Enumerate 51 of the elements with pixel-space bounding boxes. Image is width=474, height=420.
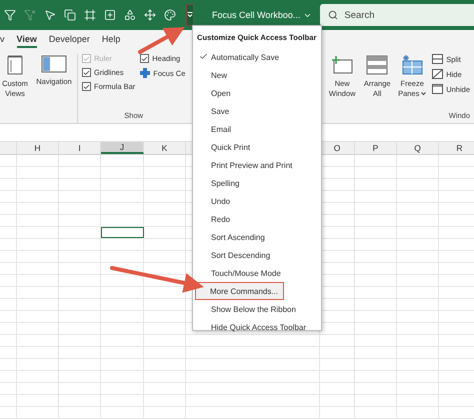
frame-icon[interactable] bbox=[84, 9, 96, 21]
menu-item[interactable]: Sort Descending bbox=[195, 246, 319, 264]
column-header[interactable]: J bbox=[101, 142, 144, 154]
pointer-arrow bbox=[138, 27, 185, 54]
ribbon-tab[interactable]: Help bbox=[102, 34, 120, 48]
new-window-icon bbox=[330, 54, 354, 76]
hide-window-icon bbox=[432, 69, 444, 79]
shapes-icon[interactable] bbox=[124, 9, 136, 21]
menu-item[interactable]: Save bbox=[195, 102, 319, 120]
column-header[interactable]: R bbox=[439, 142, 474, 154]
menu-item[interactable]: Touch/Mouse Mode bbox=[195, 264, 319, 282]
menu-item[interactable]: Sort Ascending bbox=[195, 228, 319, 246]
menu-item[interactable]: Redo bbox=[195, 210, 319, 228]
ribbon-tab[interactable]: v bbox=[0, 34, 4, 48]
checkmark-icon bbox=[141, 54, 148, 62]
move-icon[interactable] bbox=[144, 9, 156, 21]
menu-item[interactable]: Email bbox=[195, 120, 319, 138]
menu-item[interactable]: More Commands... bbox=[195, 282, 284, 300]
menu-item[interactable]: Show Below the Ribbon bbox=[195, 300, 319, 318]
filter-icon[interactable] bbox=[4, 9, 16, 21]
customize-toolbar-button[interactable] bbox=[186, 4, 194, 26]
menu-item[interactable]: Print Preview and Print bbox=[195, 156, 319, 174]
custom-views-icon bbox=[6, 54, 24, 76]
selected-cell[interactable] bbox=[101, 227, 144, 238]
freeze-panes-icon bbox=[400, 54, 424, 76]
menu-item[interactable]: Quick Print bbox=[195, 138, 319, 156]
menu-item[interactable]: Undo bbox=[195, 192, 319, 210]
menu-item[interactable]: New bbox=[195, 66, 319, 84]
check-icon bbox=[199, 52, 208, 61]
search-icon bbox=[328, 10, 338, 20]
menu-item[interactable]: Spelling bbox=[195, 174, 319, 192]
caret-icon bbox=[187, 12, 193, 18]
unhide-window-icon bbox=[432, 84, 444, 94]
arrange-all-icon bbox=[365, 54, 390, 76]
search-field[interactable]: Search bbox=[320, 4, 474, 26]
split-icon bbox=[432, 54, 444, 64]
copy-icon[interactable] bbox=[64, 9, 76, 21]
column-header[interactable]: P bbox=[355, 142, 397, 154]
workbook-title[interactable]: Focus Cell Workboo... bbox=[212, 10, 312, 20]
pointer-icon[interactable] bbox=[44, 9, 56, 21]
menu-item[interactable]: Hide Quick Access Toolbar bbox=[195, 318, 319, 336]
square-plus-icon[interactable] bbox=[104, 9, 116, 21]
ribbon-tab[interactable]: Developer bbox=[48, 34, 90, 48]
menu-item[interactable]: Automatically Save bbox=[195, 48, 319, 66]
navigation-pane-icon bbox=[41, 54, 67, 74]
palette-icon[interactable] bbox=[164, 9, 176, 21]
menu-item[interactable]: Open bbox=[195, 84, 319, 102]
column-header[interactable]: K bbox=[144, 142, 186, 154]
plus-icon bbox=[140, 68, 150, 78]
column-header[interactable]: Q bbox=[397, 142, 439, 154]
column-header[interactable]: H bbox=[17, 142, 59, 154]
